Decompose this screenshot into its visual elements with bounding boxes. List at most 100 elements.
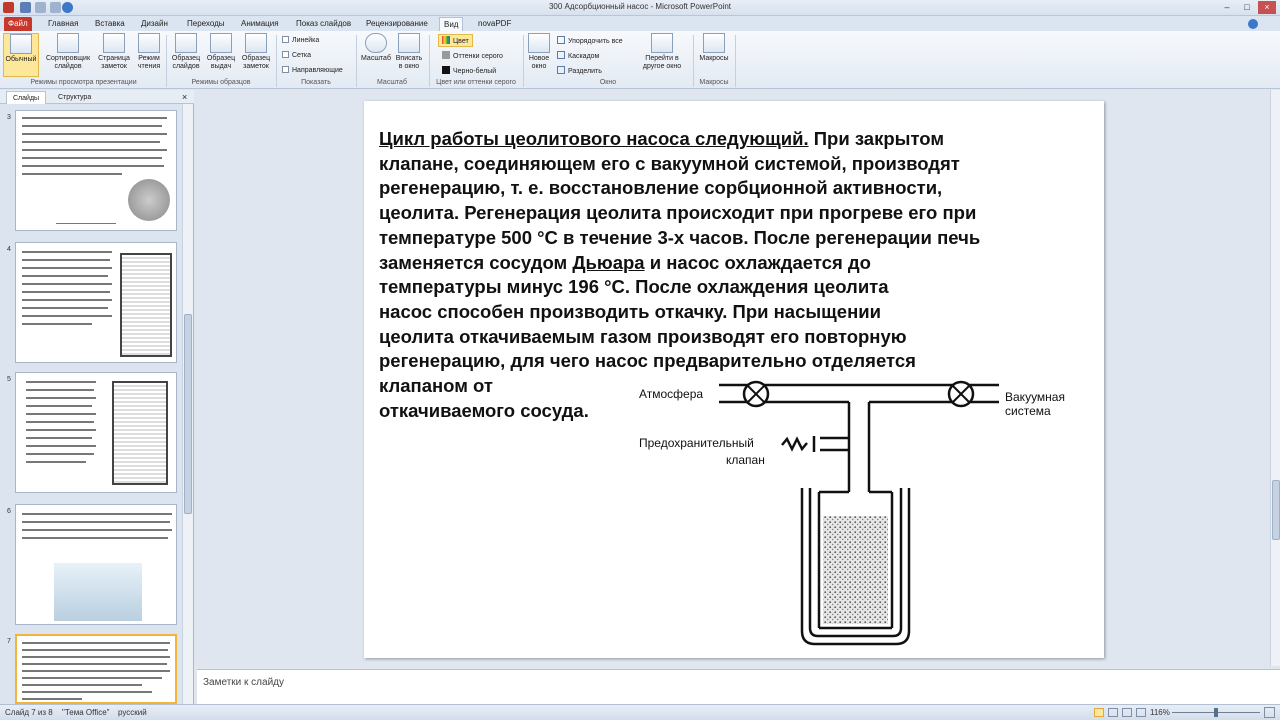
slide-thumbnail-6[interactable] xyxy=(15,504,177,625)
close-icon[interactable]: × xyxy=(1258,1,1276,14)
ribbon-separator xyxy=(523,35,524,87)
guides-checkbox[interactable]: Направляющие xyxy=(282,66,343,74)
theme-name[interactable]: "Тема Office" xyxy=(62,708,110,717)
checkbox-box xyxy=(282,66,289,73)
slide-number: 5 xyxy=(7,376,11,383)
notes-page-button[interactable]: Страница заметок xyxy=(96,33,132,71)
notes-master-button[interactable]: Образец заметок xyxy=(240,33,272,71)
new-window-icon xyxy=(528,33,550,53)
slide-sorter-icon xyxy=(57,33,79,53)
magnifier-icon xyxy=(365,33,387,53)
new-window-button[interactable]: Новое окно xyxy=(526,33,552,71)
zeolite-pump-diagram: Атмосфера Вакуумная система Предохраните… xyxy=(639,380,1065,646)
split-icon xyxy=(557,66,565,74)
grayscale-option[interactable]: Оттенки серого xyxy=(442,51,503,60)
color-option[interactable]: Цвет xyxy=(438,34,473,47)
vacuum-system-label: система xyxy=(1005,404,1051,418)
scrollbar-thumb[interactable] xyxy=(184,314,192,514)
notes-page-icon xyxy=(103,33,125,53)
scrollbar-thumb[interactable] xyxy=(1272,480,1280,540)
slide-thumbnail-4[interactable] xyxy=(15,242,177,363)
macros-button[interactable]: Макросы xyxy=(697,33,731,63)
slides-panel-tabs: Слайды Структура × xyxy=(0,90,194,104)
switch-window-button[interactable]: Перейти в другое окно xyxy=(636,33,688,71)
notes-master-icon xyxy=(245,33,267,53)
ribbon: Обычный Сортировщик слайдов Страница зам… xyxy=(0,31,1280,89)
ruler-checkbox[interactable]: Линейка xyxy=(282,36,319,44)
editing-area-scrollbar[interactable] xyxy=(1270,90,1280,666)
slide-thumbnail-7[interactable] xyxy=(15,634,177,704)
fit-to-window-button[interactable]: Вписать в окно xyxy=(394,33,424,71)
cascade-icon xyxy=(557,51,565,59)
zoom-level[interactable]: 116% xyxy=(1150,708,1170,717)
tab-insert[interactable]: Вставка xyxy=(91,17,129,31)
ribbon-separator xyxy=(276,35,277,87)
maximize-icon[interactable]: □ xyxy=(1238,1,1256,14)
arrange-all-button[interactable]: Упорядочить все xyxy=(557,36,623,45)
slides-panel: Слайды Структура × 3 4 5 6 7 xyxy=(0,90,194,704)
tab-novapdf[interactable]: novaPDF xyxy=(474,17,515,31)
reading-view-button[interactable]: Режим чтения xyxy=(134,33,164,71)
window-title: 300 Адсорбционный насос - Microsoft Powe… xyxy=(548,2,732,11)
grayscale-swatch-icon xyxy=(442,51,450,59)
fit-slide-icon[interactable] xyxy=(1264,707,1275,718)
title-bar: 300 Адсорбционный насос - Microsoft Powe… xyxy=(0,0,1280,16)
close-panel-icon[interactable]: × xyxy=(182,92,187,102)
handout-master-button[interactable]: Образец выдач xyxy=(205,33,237,71)
status-bar: Слайд 7 из 8 "Тема Office" русский 116% xyxy=(0,704,1280,720)
checkbox-box xyxy=(282,36,289,43)
help-icon[interactable] xyxy=(1248,19,1258,29)
slide-sorter-icon[interactable] xyxy=(1108,708,1118,717)
slideshow-icon[interactable] xyxy=(1136,708,1146,717)
presentation-views-group-label: Режимы просмотра презентации xyxy=(30,79,137,86)
black-white-swatch-icon xyxy=(442,66,450,74)
slide-thumbnail-3[interactable] xyxy=(15,110,177,231)
grid-checkbox[interactable]: Сетка xyxy=(282,51,311,59)
slide-number: 4 xyxy=(7,246,11,253)
relief-valve-label: клапан xyxy=(726,453,765,467)
tab-animation[interactable]: Анимация xyxy=(237,17,283,31)
atmosphere-label: Атмосфера xyxy=(639,387,703,401)
tab-outline[interactable]: Структура xyxy=(52,91,97,104)
tab-slideshow[interactable]: Показ слайдов xyxy=(292,17,355,31)
pump-photo-image xyxy=(54,563,142,621)
slide-number: 7 xyxy=(7,638,11,645)
dewar-term: Дьюара xyxy=(572,251,645,273)
ribbon-separator xyxy=(735,35,736,87)
slide-sorter-button[interactable]: Сортировщик слайдов xyxy=(42,33,94,71)
tab-slides[interactable]: Слайды xyxy=(6,91,47,104)
notes-pane[interactable]: Заметки к слайду xyxy=(197,669,1280,704)
slide-master-button[interactable]: Образец слайдов xyxy=(170,33,202,71)
fit-to-window-icon xyxy=(398,33,420,53)
color-swatch-icon xyxy=(442,36,450,44)
slide-counter: Слайд 7 из 8 xyxy=(5,708,53,717)
color-group-label: Цвет или оттенки серого xyxy=(436,79,516,86)
slide-canvas[interactable]: Цикл работы цеолитового насоса следующий… xyxy=(364,101,1104,658)
handout-master-icon xyxy=(210,33,232,53)
slides-panel-scrollbar[interactable] xyxy=(182,104,193,704)
window-group-label: Окно xyxy=(599,79,617,86)
tab-view[interactable]: Вид xyxy=(439,17,464,31)
cascade-button[interactable]: Каскадом xyxy=(557,51,599,60)
reading-view-icon xyxy=(138,33,160,53)
zoom-slider-thumb[interactable] xyxy=(1214,708,1218,717)
split-button[interactable]: Разделить xyxy=(557,66,602,75)
tab-home[interactable]: Главная xyxy=(44,17,82,31)
tab-transitions[interactable]: Переходы xyxy=(183,17,229,31)
normal-view-icon[interactable] xyxy=(1094,708,1104,717)
normal-view-icon xyxy=(10,34,32,54)
reading-view-icon[interactable] xyxy=(1122,708,1132,717)
tab-design[interactable]: Дизайн xyxy=(137,17,172,31)
zoom-button[interactable]: Масштаб xyxy=(360,33,392,63)
slide-thumbnail-5[interactable] xyxy=(15,372,177,493)
tab-file[interactable]: Файл xyxy=(4,17,32,31)
ribbon-separator xyxy=(166,35,167,87)
tab-review[interactable]: Рецензирование xyxy=(362,17,432,31)
normal-view-button[interactable]: Обычный xyxy=(3,33,39,77)
macros-group-label: Макросы xyxy=(699,79,729,86)
slide-master-icon xyxy=(175,33,197,53)
language-indicator[interactable]: русский xyxy=(118,708,147,717)
zoom-group-label: Масштаб xyxy=(377,79,407,86)
minimize-icon[interactable]: – xyxy=(1218,1,1236,14)
black-white-option[interactable]: Черно-белый xyxy=(442,66,496,75)
